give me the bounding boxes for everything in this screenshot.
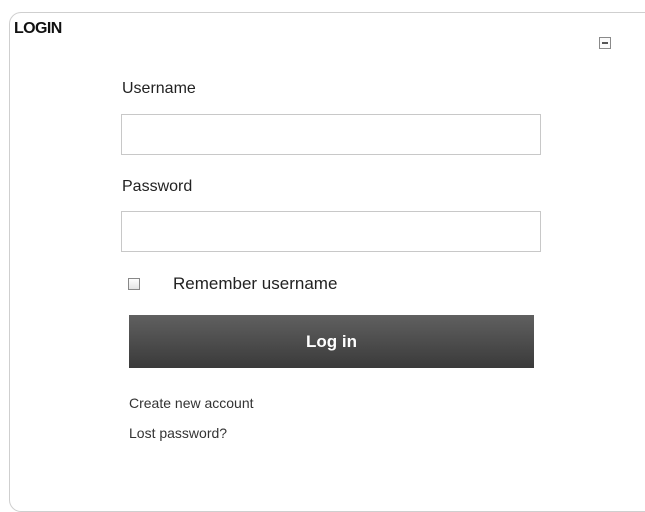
create-account-link[interactable]: Create new account [129,395,254,411]
block-title: LOGIN [14,20,62,37]
lost-password-link[interactable]: Lost password? [129,425,227,441]
remember-label: Remember username [173,274,338,293]
remember-row: Remember username [128,274,337,294]
collapse-icon[interactable] [599,37,611,49]
password-label: Password [122,178,193,195]
login-block [9,12,645,512]
username-input[interactable] [121,114,541,155]
password-input[interactable] [121,211,541,252]
collapse-icon-bar [602,42,608,44]
remember-checkbox[interactable] [128,278,140,290]
username-label: Username [122,80,196,97]
login-button[interactable]: Log in [129,315,534,368]
